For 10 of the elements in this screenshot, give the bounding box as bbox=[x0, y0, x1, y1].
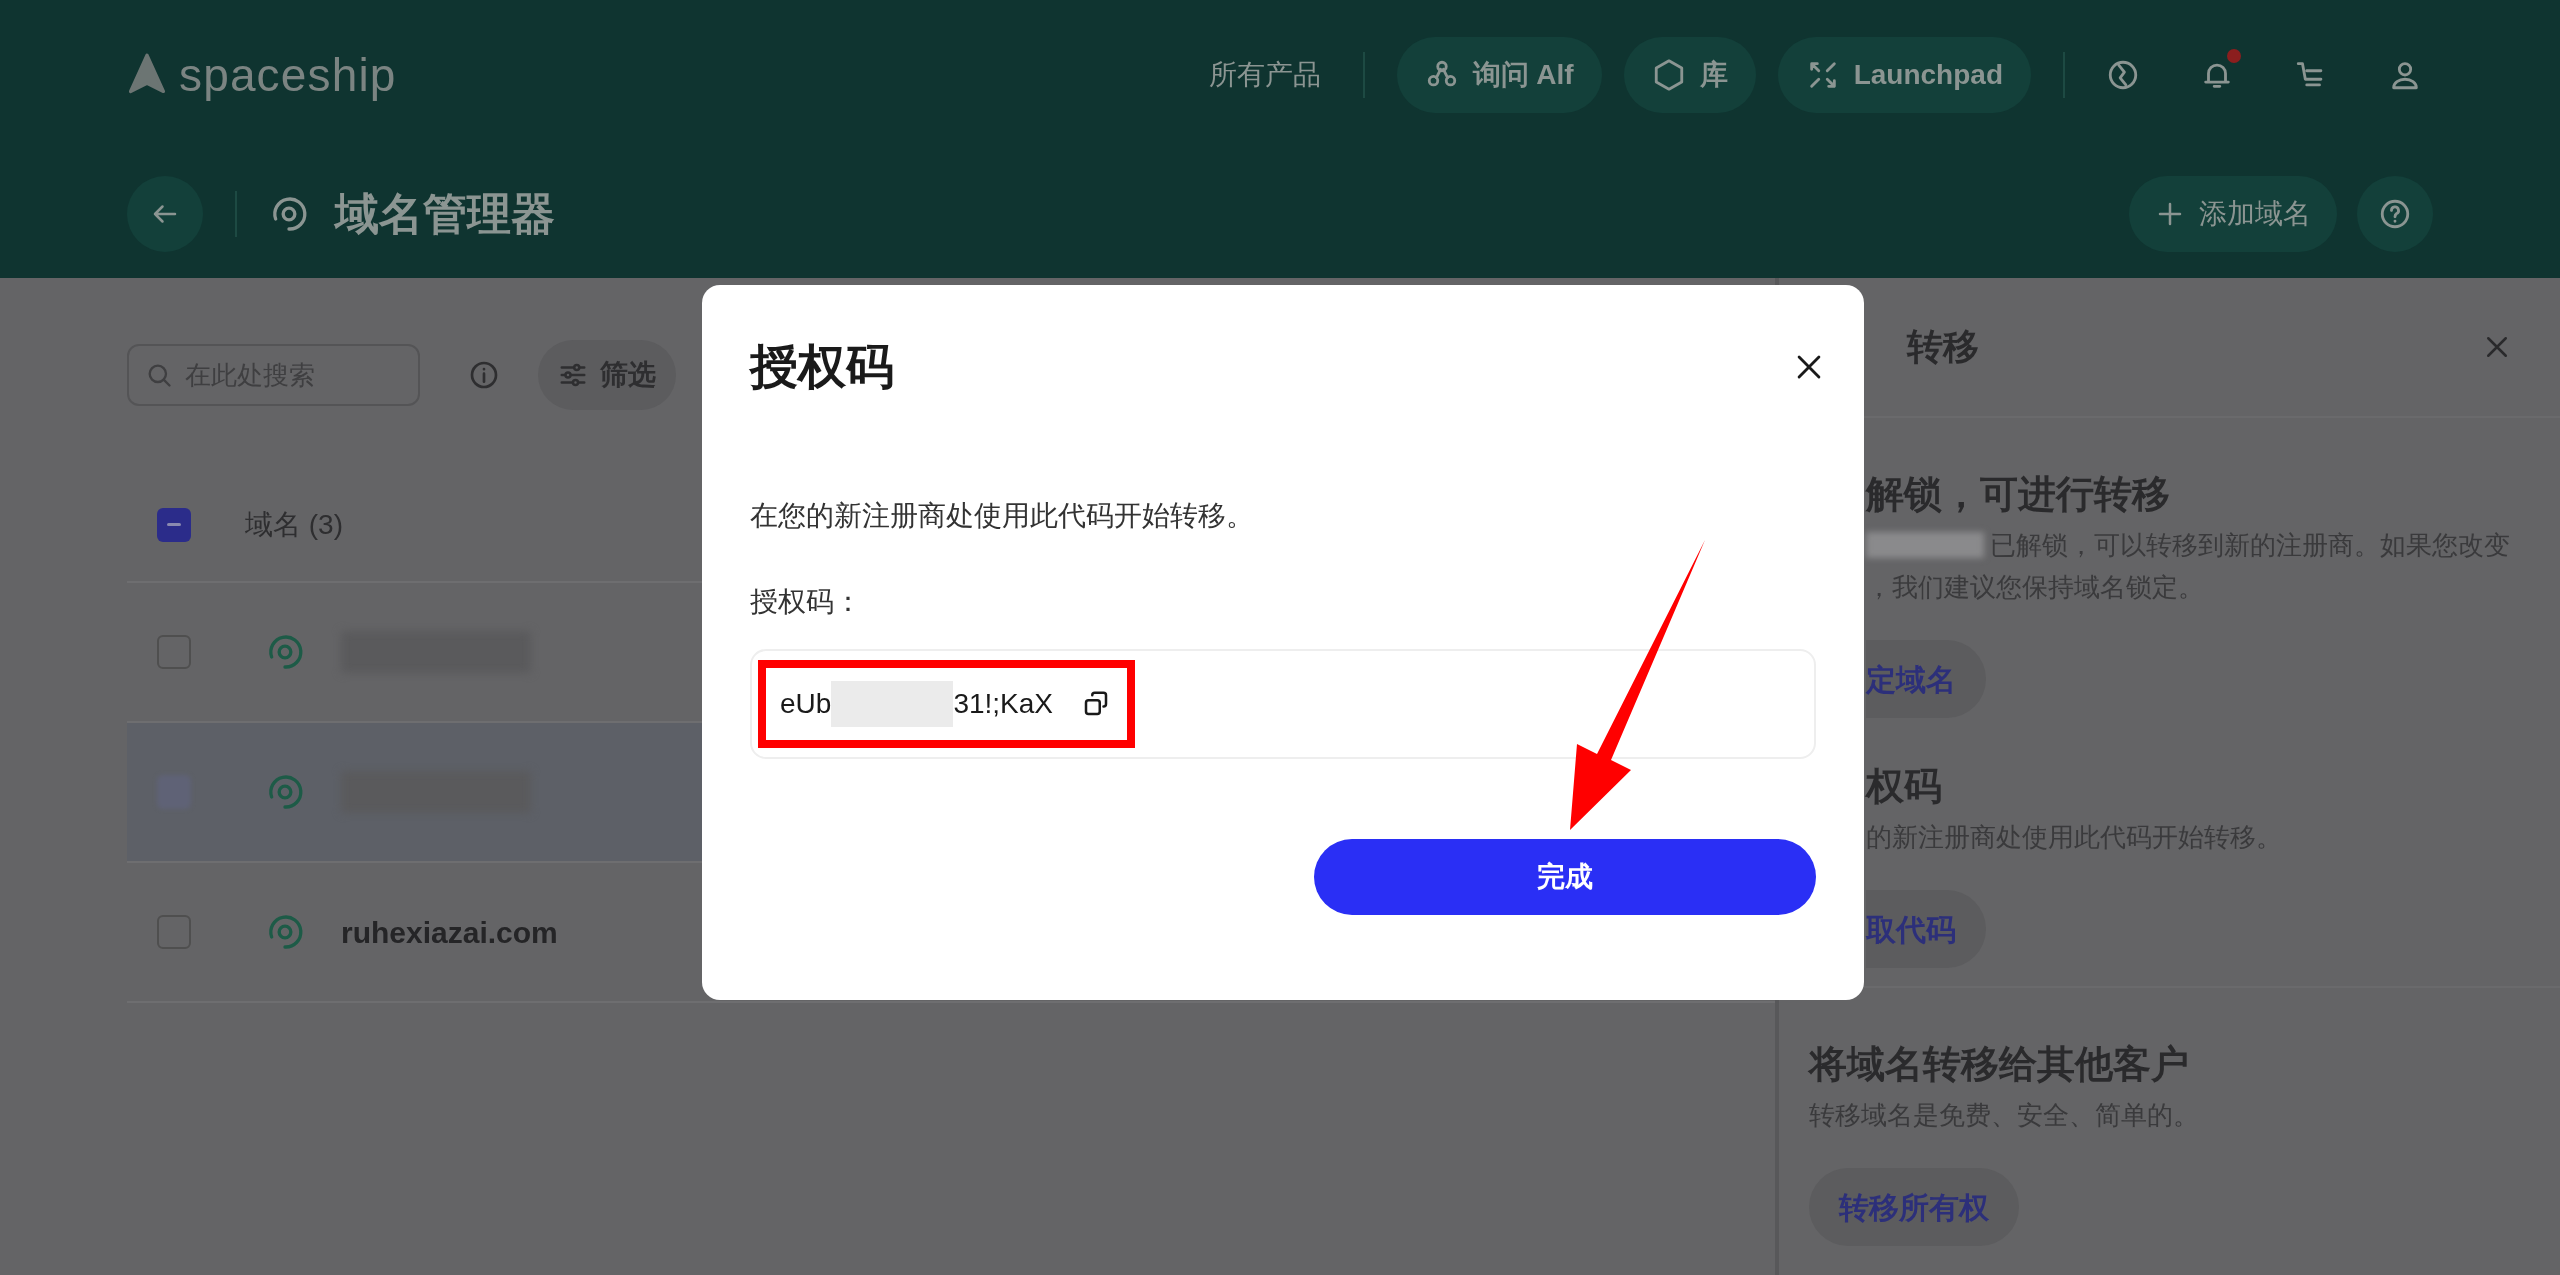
modal-description: 在您的新注册商处使用此代码开始转移。 bbox=[750, 499, 1255, 533]
field-label: 授权码： bbox=[750, 585, 863, 619]
section-title: 解锁，可进行转移 bbox=[1866, 472, 2171, 517]
page-title: 域名管理器 bbox=[335, 188, 555, 240]
section-title: 将域名转移给其他客户 bbox=[1809, 1042, 2190, 1087]
panel-title: 转移 bbox=[1907, 325, 1979, 369]
code-text: 31!;KaX bbox=[953, 687, 1053, 721]
code-text: eUb bbox=[780, 687, 832, 721]
section-title: 权码 bbox=[1866, 764, 1943, 809]
modal-title: 授权码 bbox=[750, 339, 894, 395]
